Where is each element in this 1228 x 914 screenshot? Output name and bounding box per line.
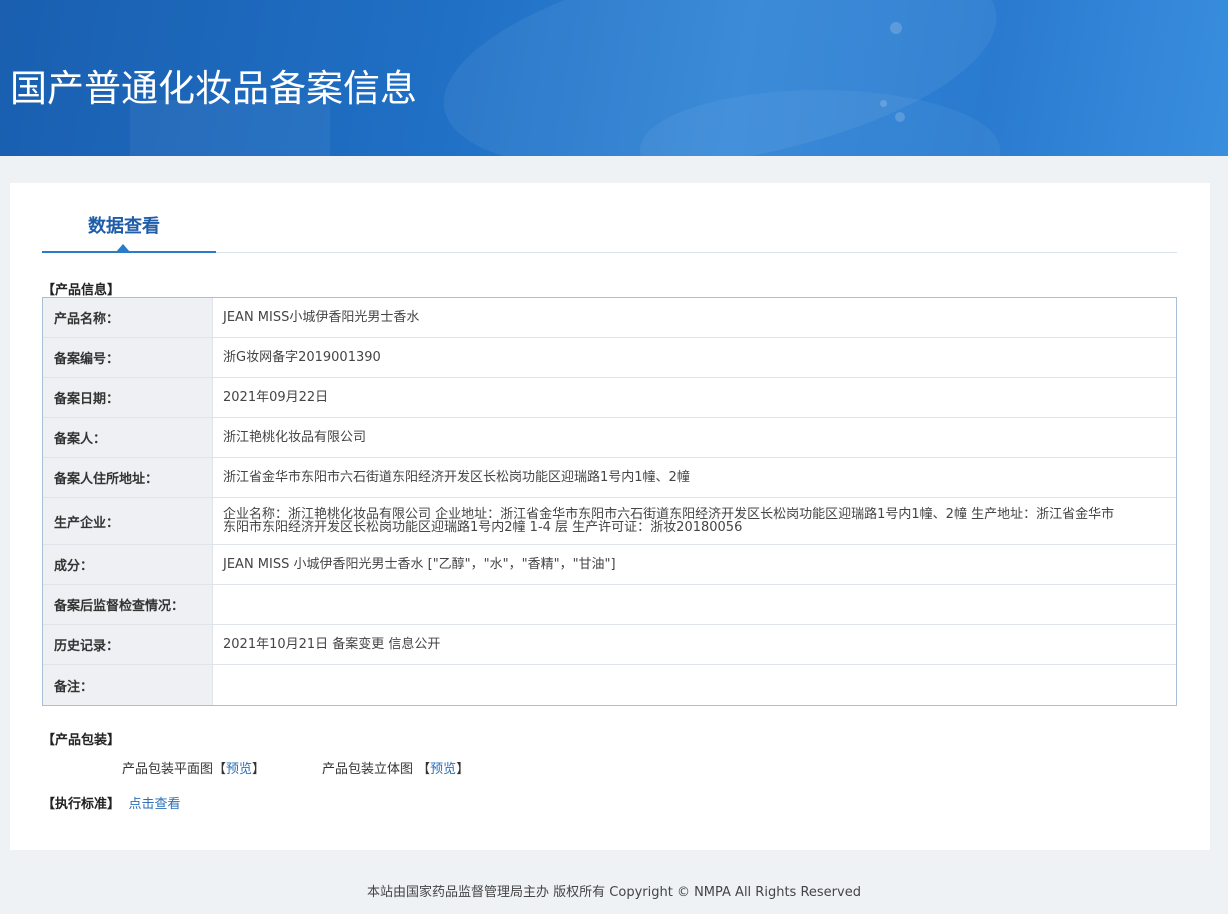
table-row: 历史记录： 2021年10月21日 备案变更 信息公开	[43, 625, 1176, 665]
table-row: 产品名称： JEAN MISS小城伊香阳光男士香水	[43, 298, 1176, 338]
row-value	[213, 585, 1176, 624]
packaging-flat-item: 产品包装平面图【预览】	[122, 758, 265, 777]
standard-label: 【执行标准】	[42, 797, 121, 812]
bracket: 【	[417, 762, 431, 777]
table-row: 生产企业： 企业名称：浙江艳桃化妆品有限公司 企业地址：浙江省金华市东阳市六石街道…	[43, 498, 1176, 545]
page-title: 国产普通化妆品备案信息	[10, 67, 417, 110]
table-row: 备案人： 浙江艳桃化妆品有限公司	[43, 418, 1176, 458]
row-value	[213, 665, 1176, 705]
table-row: 备注：	[43, 665, 1176, 705]
table-row: 备案编号： 浙G妆网备字2019001390	[43, 338, 1176, 378]
banner-dot	[880, 100, 887, 107]
row-value: 企业名称：浙江艳桃化妆品有限公司 企业地址：浙江省金华市东阳市六石街道东阳经济开…	[223, 507, 1115, 535]
row-value: 浙G妆网备字2019001390	[223, 350, 381, 365]
row-key: 备案后监督检查情况：	[43, 585, 213, 624]
header-banner: 国产普通化妆品备案信息	[0, 0, 1228, 156]
product-info-table: 产品名称： JEAN MISS小城伊香阳光男士香水 备案编号： 浙G妆网备字20190…	[42, 297, 1177, 706]
standard-view-link[interactable]: 点击查看	[129, 797, 181, 812]
row-key: 备注：	[43, 665, 213, 705]
row-key: 历史记录：	[43, 625, 213, 664]
product-info-section-label: 【产品信息】	[42, 283, 121, 298]
tab-data-view[interactable]: 数据查看	[42, 183, 216, 253]
row-value: JEAN MISS 小城伊香阳光男士香水 ["乙醇"，"水"，"香精"，"甘油"…	[223, 557, 616, 572]
row-key: 生产企业：	[43, 498, 213, 544]
packaging-flat-preview-link[interactable]: 预览	[226, 762, 252, 777]
packaging-stereo-item: 产品包装立体图 【预览】	[322, 758, 469, 777]
bracket: 】	[252, 762, 266, 777]
content-card: 数据查看 【产品信息】 产品名称： JEAN MISS小城伊香阳光男士香水 备案编号…	[10, 183, 1210, 850]
row-value: 浙江艳桃化妆品有限公司	[223, 430, 367, 445]
standard-section-label: 【执行标准】 点击查看	[42, 793, 181, 812]
row-key: 备案日期：	[43, 378, 213, 417]
table-row: 备案后监督检查情况：	[43, 585, 1176, 625]
row-value: 2021年10月21日 备案变更 信息公开	[223, 637, 441, 652]
packaging-stereo-preview-link[interactable]: 预览	[430, 762, 456, 777]
bracket: 】	[456, 762, 470, 777]
banner-dot	[890, 22, 902, 34]
row-key: 备案编号：	[43, 338, 213, 377]
footer-copyright: 本站由国家药品监督管理局主办 版权所有 Copyright © NMPA All…	[367, 885, 861, 900]
row-key: 成分：	[43, 545, 213, 584]
table-row: 备案日期： 2021年09月22日	[43, 378, 1176, 418]
table-row: 成分： JEAN MISS 小城伊香阳光男士香水 ["乙醇"，"水"，"香精"，"…	[43, 545, 1176, 585]
tab-bar: 数据查看	[42, 183, 1177, 253]
row-value: 浙江省金华市东阳市六石街道东阳经济开发区长松岗功能区迎瑞路1号内1幢、2幢	[223, 470, 690, 485]
table-row: 备案人住所地址： 浙江省金华市东阳市六石街道东阳经济开发区长松岗功能区迎瑞路1号内…	[43, 458, 1176, 498]
tab-indicator-arrow	[116, 244, 130, 252]
row-key: 产品名称：	[43, 298, 213, 337]
packaging-stereo-label: 产品包装立体图	[322, 762, 414, 777]
banner-dot	[895, 112, 905, 122]
packaging-section-label: 【产品包装】	[42, 733, 121, 748]
row-value: 2021年09月22日	[223, 390, 329, 405]
row-key: 备案人：	[43, 418, 213, 457]
packaging-flat-label: 产品包装平面图	[122, 762, 214, 777]
row-key: 备案人住所地址：	[43, 458, 213, 497]
row-value: JEAN MISS小城伊香阳光男士香水	[223, 310, 420, 325]
bracket: 【	[213, 762, 227, 777]
tab-label: 数据查看	[88, 216, 160, 237]
